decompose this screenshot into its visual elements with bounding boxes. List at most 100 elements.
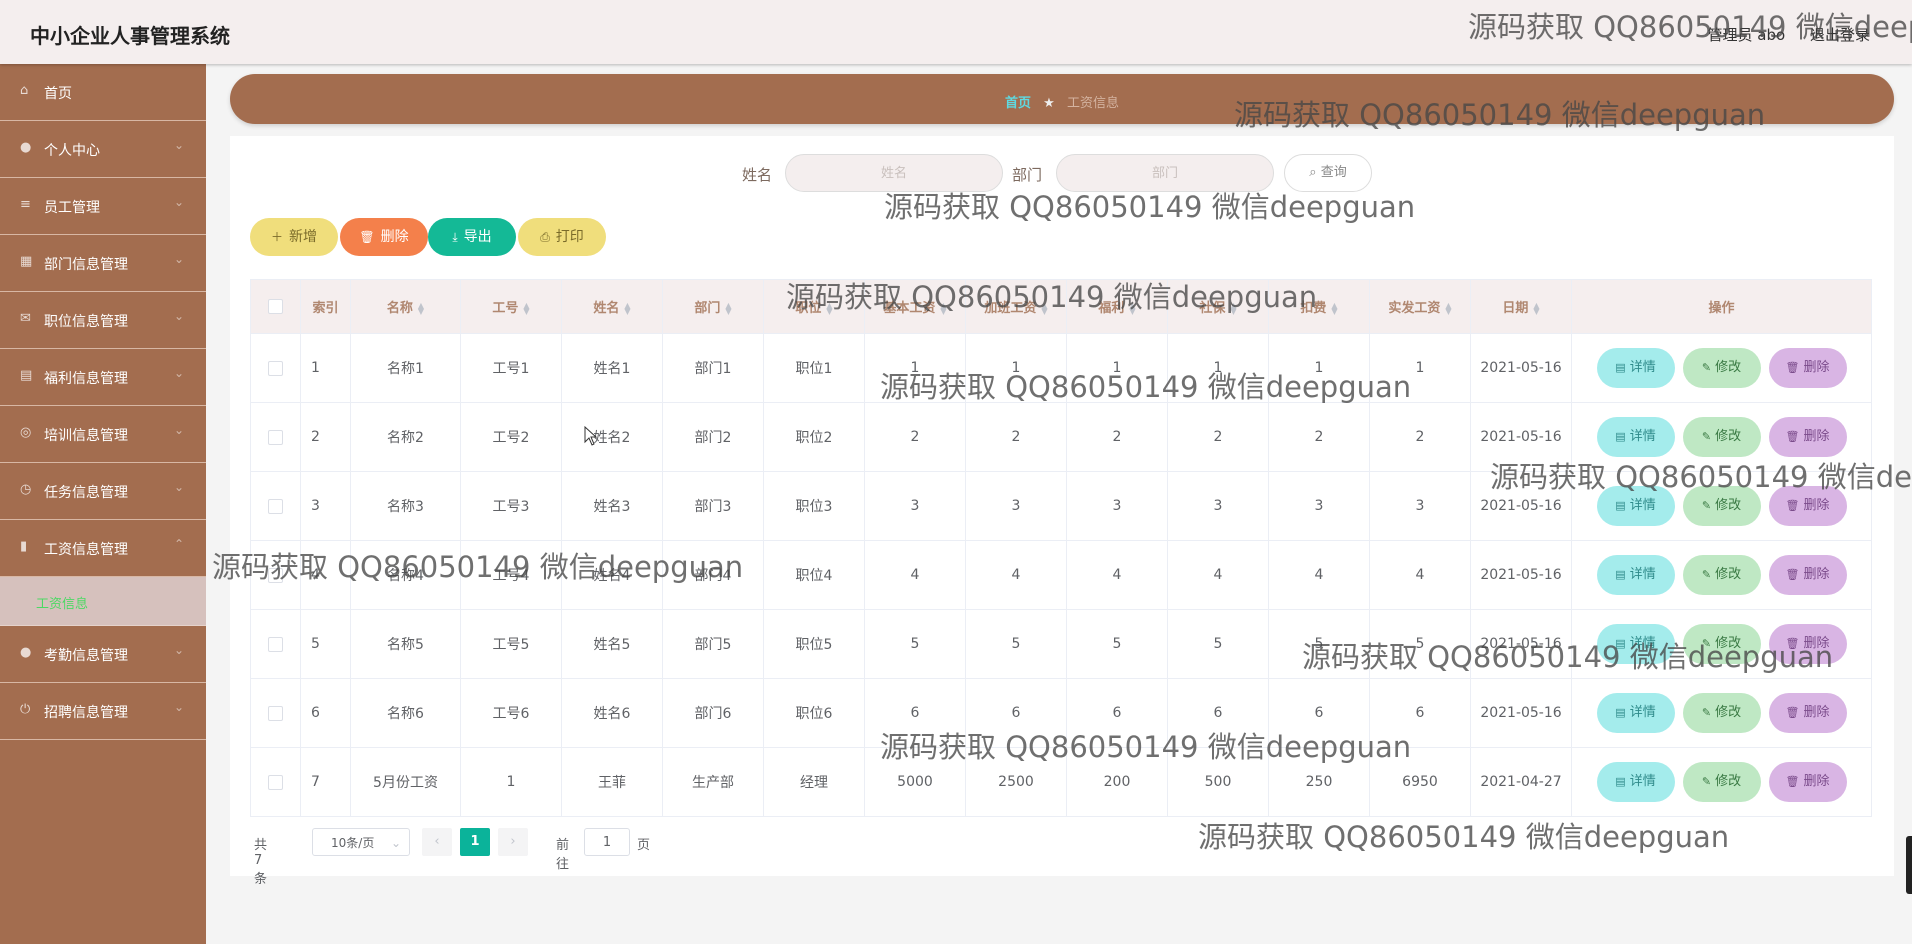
row-checkbox[interactable] xyxy=(268,360,283,376)
detail-button[interactable]: ▤ 详情 xyxy=(1596,693,1675,733)
sidebar-item-9[interactable]: ● 考勤信息管理 ⌄ xyxy=(0,626,206,683)
row-delete-button[interactable]: 🗑 删除 xyxy=(1768,555,1847,595)
edit-button[interactable]: ✎ 修改 xyxy=(1682,417,1761,457)
column-header[interactable]: 基本工资 ▲ ▼ xyxy=(864,279,966,334)
row-checkbox[interactable] xyxy=(268,429,283,445)
sort-caret-icon[interactable]: ▲ ▼ xyxy=(1041,301,1047,315)
sort-caret-icon[interactable]: ▲ ▼ xyxy=(1445,301,1451,315)
sidebar-item-2[interactable]: ≡ 员工管理 ⌄ xyxy=(0,178,206,235)
page-size-select[interactable]: 10条/页 ⌄ xyxy=(312,828,410,856)
sidebar-item-4[interactable]: ✉ 职位信息管理 ⌄ xyxy=(0,292,206,349)
next-page-button[interactable]: › xyxy=(498,828,528,856)
name-search-input[interactable]: 姓名 xyxy=(785,154,1003,192)
column-header[interactable]: 名称 ▲ ▼ xyxy=(350,279,461,334)
sidebar-item-10[interactable]: ⏻ 招聘信息管理 ⌄ xyxy=(0,683,206,740)
compass-icon: ◎ xyxy=(20,425,32,440)
detail-button[interactable]: ▤ 详情 xyxy=(1596,486,1675,526)
edit-button[interactable]: ✎ 修改 xyxy=(1682,555,1761,595)
row-delete-button[interactable]: 🗑 删除 xyxy=(1768,417,1847,457)
row-delete-button[interactable]: 🗑 删除 xyxy=(1768,624,1847,664)
query-button[interactable]: ⌕ 查询 xyxy=(1284,154,1372,192)
mail-icon: ✉ xyxy=(20,311,31,326)
sort-caret-icon[interactable]: ▲ ▼ xyxy=(1533,301,1539,315)
column-header[interactable]: 实发工资 ▲ ▼ xyxy=(1369,279,1471,334)
row-delete-button[interactable]: 🗑 删除 xyxy=(1768,348,1847,388)
column-header[interactable]: 部门 ▲ ▼ xyxy=(662,279,764,334)
row-delete-button-label: 删除 xyxy=(1803,360,1830,375)
table-cell: 王菲 xyxy=(561,747,663,817)
table-cell: 2021-05-16 xyxy=(1470,678,1572,748)
sort-caret-icon[interactable]: ▲ ▼ xyxy=(826,301,832,315)
column-header[interactable]: 社保 ▲ ▼ xyxy=(1167,279,1269,334)
search-icon: ⌕ xyxy=(1309,165,1317,180)
column-header[interactable]: 日期 ▲ ▼ xyxy=(1470,279,1572,334)
sort-caret-icon[interactable]: ▲ ▼ xyxy=(940,301,946,315)
prev-page-button[interactable]: ‹ xyxy=(422,828,452,856)
sidebar-subitem-salary-info[interactable]: 工资信息 xyxy=(0,577,206,626)
file-icon: ▤ xyxy=(1615,637,1626,650)
edit-button[interactable]: ✎ 修改 xyxy=(1682,693,1761,733)
edit-button[interactable]: ✎ 修改 xyxy=(1682,348,1761,388)
table-cell: 部门2 xyxy=(662,402,764,472)
sort-caret-icon[interactable]: ▲ ▼ xyxy=(1331,301,1337,315)
sidebar-item-1[interactable]: ● 个人中心 ⌄ xyxy=(0,121,206,178)
column-header[interactable]: 扣费 ▲ ▼ xyxy=(1268,279,1370,334)
sidebar-item-3[interactable]: ▦ 部门信息管理 ⌄ xyxy=(0,235,206,292)
row-checkbox[interactable] xyxy=(268,498,283,514)
sidebar-item-0[interactable]: ⌂ 首页 xyxy=(0,64,206,121)
sidebar-item-6[interactable]: ◎ 培训信息管理 ⌄ xyxy=(0,406,206,463)
chevron-down-icon: ⌄ xyxy=(174,195,185,209)
sort-caret-icon[interactable]: ▲ ▼ xyxy=(418,301,424,315)
column-header[interactable]: 加班工资 ▲ ▼ xyxy=(965,279,1067,334)
sort-caret-icon[interactable]: ▲ ▼ xyxy=(624,301,630,315)
table-cell: 部门6 xyxy=(662,678,764,748)
column-header[interactable]: 福利 ▲ ▼ xyxy=(1066,279,1168,334)
select-all-checkbox[interactable] xyxy=(268,299,283,314)
column-header[interactable]: 职位 ▲ ▼ xyxy=(763,279,865,334)
row-checkbox[interactable] xyxy=(268,774,283,790)
detail-button[interactable]: ▤ 详情 xyxy=(1596,417,1675,457)
export-button[interactable]: ⤓ 导出 xyxy=(428,218,516,256)
chevron-down-icon: ⌄ xyxy=(174,138,185,152)
goto-page-input[interactable]: 1 xyxy=(584,828,630,856)
edit-button[interactable]: ✎ 修改 xyxy=(1682,624,1761,664)
chevron-down-icon: ⌄ xyxy=(174,643,185,657)
page-number-current[interactable]: 1 xyxy=(460,828,490,856)
column-header-label: 日期 xyxy=(1502,301,1529,316)
row-checkbox[interactable] xyxy=(268,705,283,721)
breadcrumb-home[interactable]: 首页 xyxy=(1005,96,1031,111)
column-header[interactable]: 工号 ▲ ▼ xyxy=(460,279,562,334)
detail-button[interactable]: ▤ 详情 xyxy=(1596,624,1675,664)
logout-link[interactable]: 退出登录 xyxy=(1810,26,1870,44)
batch-delete-button[interactable]: 🗑 删除 xyxy=(340,218,428,256)
row-checkbox[interactable] xyxy=(268,636,283,652)
edit-button[interactable]: ✎ 修改 xyxy=(1682,486,1761,526)
table-row: 4 名称4 工号4 姓名4 部门4 职位4 4 4 4 4 4 4 2021-05-16 ▤ 详情 ✎ 修改 🗑 删… xyxy=(250,540,1872,610)
sort-caret-icon[interactable]: ▲ ▼ xyxy=(1129,301,1135,315)
detail-button[interactable]: ▤ 详情 xyxy=(1596,348,1675,388)
column-header[interactable]: 姓名 ▲ ▼ xyxy=(561,279,663,334)
print-button[interactable]: ⎙ 打印 xyxy=(518,218,606,256)
detail-button[interactable]: ▤ 详情 xyxy=(1596,555,1675,595)
row-delete-button[interactable]: 🗑 删除 xyxy=(1768,693,1847,733)
sidebar-item-5[interactable]: ▤ 福利信息管理 ⌄ xyxy=(0,349,206,406)
table-cell: 1 xyxy=(460,747,562,817)
row-checkbox[interactable] xyxy=(268,567,283,583)
row-delete-button[interactable]: 🗑 删除 xyxy=(1768,762,1847,802)
scrollbar-handle[interactable] xyxy=(1906,836,1912,894)
sidebar-item-7[interactable]: ◷ 任务信息管理 ⌄ xyxy=(0,463,206,520)
sort-caret-icon[interactable]: ▲ ▼ xyxy=(725,301,731,315)
edit-button[interactable]: ✎ 修改 xyxy=(1682,762,1761,802)
table-cell: 1 xyxy=(300,333,351,403)
row-delete-button[interactable]: 🗑 删除 xyxy=(1768,486,1847,526)
sort-caret-icon[interactable]: ▲ ▼ xyxy=(1230,301,1236,315)
dept-search-input[interactable]: 部门 xyxy=(1056,154,1274,192)
detail-button[interactable]: ▤ 详情 xyxy=(1596,762,1675,802)
table-cell: 1 xyxy=(1268,333,1370,403)
sidebar-item-8[interactable]: ▮ 工资信息管理 ⌃ xyxy=(0,520,206,577)
file-icon: ▤ xyxy=(1615,706,1626,719)
add-button[interactable]: ＋ 新增 xyxy=(250,218,338,256)
sort-caret-icon[interactable]: ▲ ▼ xyxy=(523,301,529,315)
column-header-label: 部门 xyxy=(694,301,721,316)
table-row: 5 名称5 工号5 姓名5 部门5 职位5 5 5 5 5 5 5 2021-05-16 ▤ 详情 ✎ 修改 🗑 删… xyxy=(250,609,1872,679)
